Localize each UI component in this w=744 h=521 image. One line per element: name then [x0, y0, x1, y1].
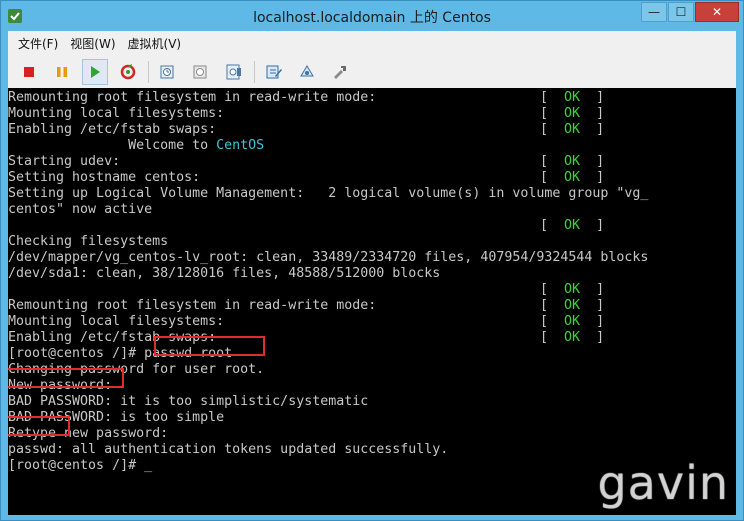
revert-snapshot-button[interactable] — [188, 59, 214, 85]
console-line: Mounting local filesystems: — [8, 106, 225, 121]
ok-status: [ OK ] — [540, 282, 605, 297]
console-line: BAD PASSWORD: it is too simplistic/syste… — [8, 394, 369, 409]
highlight-box-new-password — [8, 368, 124, 388]
console-line: Mounting local filesystems: — [8, 314, 225, 329]
console-line-prompt: [root@centos /]# _ — [8, 458, 153, 473]
ok-status: [ OK ] — [540, 170, 605, 185]
console-line: /dev/mapper/vg_centos-lv_root: clean, 33… — [8, 250, 649, 265]
network-button[interactable] — [294, 59, 320, 85]
close-button[interactable]: ✕ — [695, 2, 739, 22]
console-line: Remounting root filesystem in read-write… — [8, 90, 377, 105]
title-bar[interactable]: localhost.localdomain 上的 Centos — ☐ ✕ — [1, 1, 743, 31]
centos-text: CentOS — [216, 138, 265, 153]
window-controls: — ☐ ✕ — [640, 2, 739, 22]
ok-status: [ OK ] — [540, 106, 605, 121]
snapshot-manager-icon — [226, 64, 241, 80]
ok-status: [ OK ] — [540, 314, 605, 329]
ok-status: [ OK ] — [540, 122, 605, 137]
console-screen[interactable]: Remounting root filesystem in read-write… — [8, 88, 736, 515]
menu-view[interactable]: 视图(W) — [70, 35, 115, 52]
stop-icon — [24, 67, 34, 77]
ok-status: [ OK ] — [540, 90, 605, 105]
play-icon — [91, 66, 100, 78]
menu-file[interactable]: 文件(F) — [18, 35, 58, 52]
snapshot-manager-button[interactable] — [221, 59, 247, 85]
tools-icon — [334, 66, 346, 79]
console-line: Setting hostname centos: — [8, 170, 201, 185]
console-line: Enabling /etc/fstab swaps: — [8, 122, 217, 137]
reset-button[interactable] — [115, 59, 141, 85]
console-line: /dev/sda1: clean, 38/128016 files, 48588… — [8, 266, 441, 281]
console-line-welcome: Welcome to CentOS — [8, 138, 264, 154]
console-line: Starting udev: — [8, 154, 121, 169]
tools-button[interactable] — [327, 59, 353, 85]
maximize-button[interactable]: ☐ — [668, 2, 694, 22]
edit-settings-icon — [266, 65, 282, 79]
console-line: Setting up Logical Volume Management: 2 … — [8, 186, 649, 201]
toolbar — [8, 56, 736, 88]
window-title: localhost.localdomain 上的 Centos — [253, 10, 491, 26]
toolbar-separator — [148, 61, 149, 83]
highlight-box-passwd — [154, 336, 265, 356]
watermark-text: gavin — [597, 456, 729, 510]
console-line: Remounting root filesystem in read-write… — [8, 298, 377, 313]
ok-status: [ OK ] — [540, 218, 605, 233]
vm-console-window: localhost.localdomain 上的 Centos — ☐ ✕ 文件… — [0, 0, 744, 521]
console-line: Checking filesystems — [8, 234, 169, 249]
ok-status: [ OK ] — [540, 298, 605, 313]
highlight-box-retype — [8, 416, 70, 436]
pause-icon — [57, 67, 67, 77]
minimize-button[interactable]: — — [641, 2, 667, 22]
network-icon — [300, 65, 314, 77]
welcome-text: Welcome to — [8, 138, 217, 153]
pause-button[interactable] — [49, 59, 75, 85]
toolbar-separator — [254, 61, 255, 83]
snapshot-revert-icon — [193, 65, 207, 79]
menu-bar: 文件(F) 视图(W) 虚拟机(V) — [8, 31, 736, 55]
ok-status: [ OK ] — [540, 154, 605, 169]
client-area: 文件(F) 视图(W) 虚拟机(V) Remounting root files… — [8, 31, 736, 515]
console-line: centos" now active — [8, 202, 153, 217]
take-snapshot-button[interactable] — [155, 59, 181, 85]
play-button[interactable] — [82, 59, 108, 85]
ok-status: [ OK ] — [540, 330, 605, 345]
menu-vm[interactable]: 虚拟机(V) — [128, 35, 182, 52]
console-line: passwd: all authentication tokens update… — [8, 442, 449, 457]
snapshot-icon — [160, 65, 174, 79]
reset-icon — [120, 64, 136, 80]
edit-settings-button[interactable] — [261, 59, 287, 85]
stop-button[interactable] — [16, 59, 42, 85]
